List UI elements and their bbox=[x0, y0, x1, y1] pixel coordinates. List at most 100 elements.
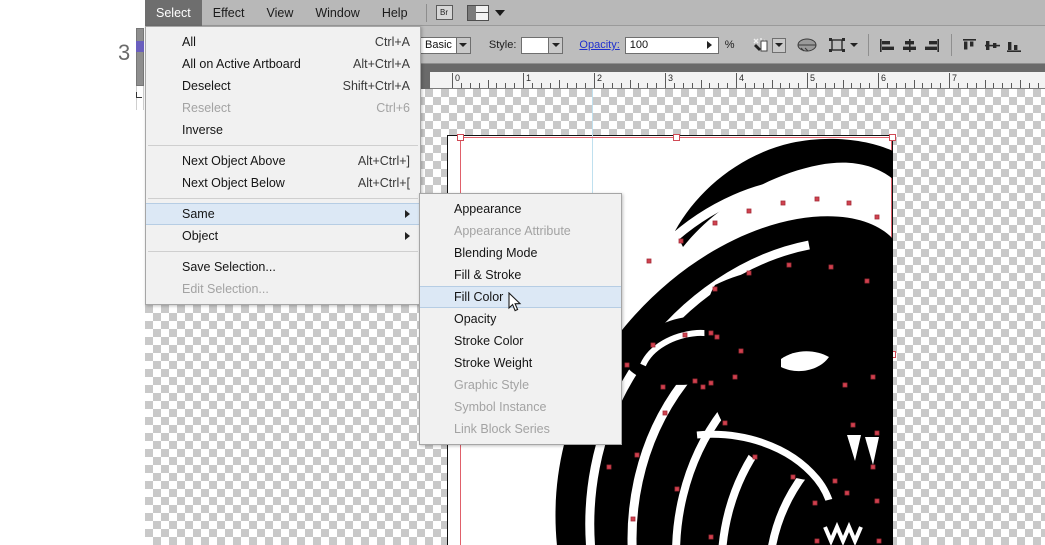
scrollbar-tail bbox=[136, 86, 144, 110]
menu-window[interactable]: Window bbox=[304, 0, 370, 26]
menu-item-label: Next Object Below bbox=[182, 176, 285, 190]
menu-item-object[interactable]: Object bbox=[146, 225, 420, 247]
align-right-icon[interactable] bbox=[921, 34, 943, 56]
menu-item-same[interactable]: Same bbox=[146, 203, 420, 225]
menu-item-all-on-active-artboard[interactable]: All on Active Artboard Alt+Ctrl+A bbox=[146, 53, 420, 75]
submenu-item-label: Stroke Color bbox=[454, 334, 524, 348]
menu-item-reselect: Reselect Ctrl+6 bbox=[146, 97, 420, 119]
menu-item-next-object-above[interactable]: Next Object Above Alt+Ctrl+] bbox=[146, 150, 420, 172]
ruler-tick-minor bbox=[558, 80, 560, 88]
ruler-tick-minor bbox=[727, 83, 729, 88]
menu-item-label: All bbox=[182, 35, 196, 49]
chevron-down-icon[interactable] bbox=[548, 37, 563, 53]
menu-item-label: Next Object Above bbox=[182, 154, 286, 168]
submenu-item-link-block-series: Link Block Series bbox=[420, 418, 621, 440]
ruler-tick-minor bbox=[540, 83, 542, 88]
chevron-right-icon bbox=[405, 232, 410, 240]
menu-item-inverse[interactable]: Inverse bbox=[146, 119, 420, 141]
menu-select[interactable]: Select bbox=[145, 0, 202, 26]
ruler-tick-minor bbox=[851, 83, 853, 88]
ruler-tick-minor bbox=[904, 83, 906, 88]
ruler-label: 6 bbox=[881, 73, 887, 83]
ruler-label: 3 bbox=[668, 73, 674, 83]
ruler-tick-minor bbox=[585, 83, 587, 88]
align-left-icon[interactable] bbox=[877, 34, 899, 56]
bridge-button[interactable]: Br bbox=[435, 5, 453, 20]
ruler-tick-minor bbox=[993, 83, 995, 88]
menubar-divider bbox=[425, 3, 427, 22]
menu-effect[interactable]: Effect bbox=[202, 0, 256, 26]
opacity-label[interactable]: Opacity: bbox=[579, 39, 619, 51]
ruler-tick-minor bbox=[1037, 83, 1039, 88]
ruler-tick-minor bbox=[576, 83, 578, 88]
menu-item-label: Save Selection... bbox=[182, 260, 276, 274]
submenu-item-label: Graphic Style bbox=[454, 378, 530, 392]
distribute-top-icon[interactable] bbox=[960, 34, 982, 56]
workspace-layout-icon[interactable] bbox=[466, 4, 489, 21]
menu-view[interactable]: View bbox=[255, 0, 304, 26]
ruler-tick-minor bbox=[469, 83, 471, 88]
ruler-tick-minor bbox=[638, 83, 640, 88]
ruler-tick-minor bbox=[656, 83, 658, 88]
ruler-tick-minor bbox=[1028, 83, 1030, 88]
ruler-tick-minor bbox=[940, 83, 942, 88]
submenu-item-label: Appearance bbox=[454, 202, 522, 216]
ruler-tick-minor bbox=[1002, 83, 1004, 88]
menu-item-all[interactable]: All Ctrl+A bbox=[146, 31, 420, 53]
mouse-pointer-icon bbox=[508, 291, 522, 318]
ruler-label: 0 bbox=[455, 73, 461, 83]
illustrator-window: 3 01234567 Select Effect View Window Hel… bbox=[0, 0, 1045, 545]
opacity-stepper-arrow-icon[interactable] bbox=[702, 41, 718, 49]
submenu-item-stroke-weight[interactable]: Stroke Weight bbox=[420, 352, 621, 374]
ruler-tick-minor bbox=[514, 83, 516, 88]
chevron-down-icon[interactable] bbox=[848, 43, 860, 47]
opacity-value: 100 bbox=[629, 38, 649, 51]
transform-icon[interactable] bbox=[826, 34, 848, 56]
ruler-tick-minor bbox=[460, 83, 462, 88]
chevron-down-icon[interactable] bbox=[771, 37, 786, 53]
ruler-label: 7 bbox=[952, 73, 958, 83]
menu-separator bbox=[148, 251, 418, 252]
ruler-tick-minor bbox=[682, 83, 684, 88]
menu-item-deselect[interactable]: Deselect Shift+Ctrl+A bbox=[146, 75, 420, 97]
ruler-tick-minor bbox=[709, 83, 711, 88]
menu-item-next-object-below[interactable]: Next Object Below Alt+Ctrl+[ bbox=[146, 172, 420, 194]
submenu-item-appearance[interactable]: Appearance bbox=[420, 198, 621, 220]
percent-label: % bbox=[724, 39, 735, 51]
magic-wand-icon[interactable] bbox=[750, 34, 772, 56]
menu-item-save-selection[interactable]: Save Selection... bbox=[146, 256, 420, 278]
scrollbar-thumb[interactable] bbox=[136, 41, 144, 52]
ruler-label: 1 bbox=[526, 73, 532, 83]
ruler-tick-minor bbox=[567, 83, 569, 88]
ruler-tick-major bbox=[878, 73, 879, 88]
distribute-bottom-icon[interactable] bbox=[1004, 34, 1026, 56]
style-label: Style: bbox=[488, 39, 517, 51]
ruler-tick-minor bbox=[602, 83, 604, 88]
transparency-icon[interactable] bbox=[796, 34, 818, 56]
ruler-label: 2 bbox=[597, 73, 603, 83]
brush-definition-value: Basic bbox=[425, 38, 452, 51]
opacity-input[interactable]: 100 bbox=[624, 36, 719, 54]
scrollbar-track[interactable] bbox=[136, 28, 144, 86]
menu-help[interactable]: Help bbox=[371, 0, 419, 26]
ruler-tick-major bbox=[736, 73, 737, 88]
chevron-down-icon[interactable] bbox=[494, 9, 505, 16]
submenu-item-label: Blending Mode bbox=[454, 246, 538, 260]
brush-definition-dropdown[interactable]: Basic bbox=[420, 36, 471, 54]
submenu-item-fill-stroke[interactable]: Fill & Stroke bbox=[420, 264, 621, 286]
ruler-tick-minor bbox=[611, 83, 613, 88]
distribute-center-icon[interactable] bbox=[982, 34, 1004, 56]
select-menu-dropdown[interactable]: All Ctrl+A All on Active Artboard Alt+Ctrl+… bbox=[145, 26, 421, 305]
same-submenu[interactable]: Appearance Appearance Attribute Blending M… bbox=[419, 193, 622, 445]
ruler-tick-minor bbox=[780, 83, 782, 88]
submenu-item-stroke-color[interactable]: Stroke Color bbox=[420, 330, 621, 352]
submenu-item-blending-mode[interactable]: Blending Mode bbox=[420, 242, 621, 264]
horizontal-ruler[interactable]: 0 1 2 3 4 5 6 7 bbox=[430, 72, 1045, 89]
style-dropdown[interactable] bbox=[521, 36, 564, 54]
ruler-tick-minor bbox=[691, 83, 693, 88]
ruler-label: 4 bbox=[739, 73, 745, 83]
chevron-down-icon[interactable] bbox=[455, 37, 470, 53]
submenu-item-label: Appearance Attribute bbox=[454, 224, 571, 238]
ruler-tick-minor bbox=[789, 83, 791, 88]
align-center-icon[interactable] bbox=[899, 34, 921, 56]
